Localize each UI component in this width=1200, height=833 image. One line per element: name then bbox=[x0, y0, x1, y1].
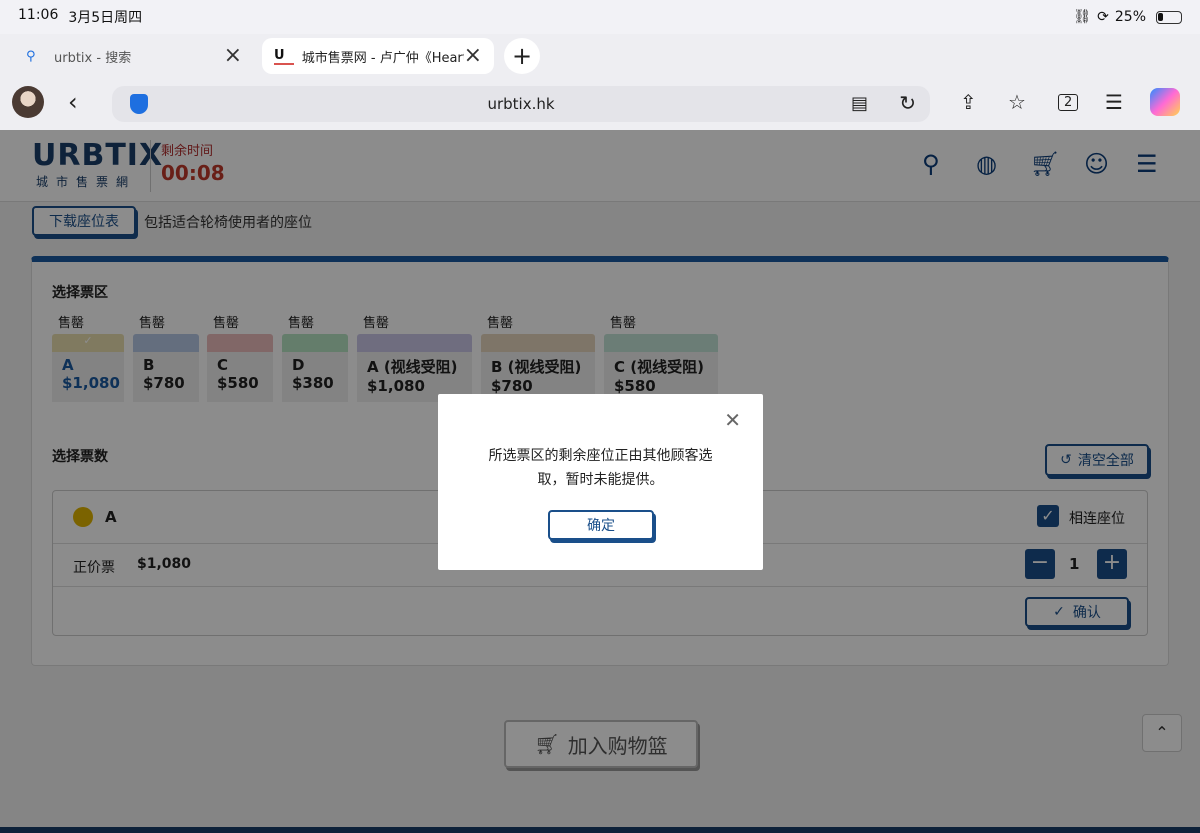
close-icon[interactable]: × bbox=[224, 45, 242, 67]
tab-title: urbtix - 搜索 bbox=[54, 50, 132, 66]
tab-urbtix[interactable]: U 城市售票网 - 卢广仲《Heart × bbox=[262, 38, 494, 74]
tab-bar: ⚲ urbtix - 搜索 × U 城市售票网 - 卢广仲《Heart × bbox=[0, 34, 1200, 78]
alert-message: 所选票区的剩余座位正由其他顾客选取，暂时未能提供。 bbox=[488, 448, 713, 488]
new-tab-button[interactable]: + bbox=[504, 38, 540, 74]
battery-percent: 25% bbox=[1114, 9, 1146, 25]
ok-button[interactable]: 确定 bbox=[548, 510, 654, 540]
rotation-lock-icon: ⟳ bbox=[1097, 9, 1109, 25]
status-time: 11:06 bbox=[18, 7, 59, 23]
back-icon[interactable]: ‹ bbox=[68, 88, 78, 116]
urbtix-favicon: U bbox=[274, 48, 294, 65]
status-bar: 11:06 3月5日周四 ⛓ ⟳ 25% bbox=[0, 0, 1200, 34]
menu-icon[interactable]: ☰ bbox=[1105, 90, 1123, 114]
link-icon: ⛓ bbox=[1073, 9, 1092, 25]
status-date: 3月5日周四 bbox=[68, 10, 143, 26]
alert-dialog: ✕ 所选票区的剩余座位正由其他顾客选取，暂时未能提供。 确定 bbox=[438, 394, 763, 570]
tab-search[interactable]: ⚲ urbtix - 搜索 × bbox=[14, 38, 254, 74]
close-icon[interactable]: ✕ bbox=[724, 408, 741, 432]
url-text: urbtix.hk bbox=[487, 95, 555, 113]
reload-icon[interactable]: ↻ bbox=[899, 91, 916, 115]
tab-title: 城市售票网 - 卢广仲《Heart bbox=[301, 50, 464, 66]
profile-avatar[interactable] bbox=[12, 86, 44, 118]
favorite-star-icon[interactable]: ☆ bbox=[1008, 90, 1026, 114]
browser-toolbar: ‹ urbtix.hk ▤ ↻ ⇪ ☆ 2 ☰ bbox=[0, 78, 1200, 130]
battery-icon bbox=[1156, 10, 1182, 24]
reader-view-icon[interactable]: ▤ bbox=[851, 93, 868, 114]
copilot-icon[interactable] bbox=[1150, 88, 1180, 116]
search-icon: ⚲ bbox=[26, 48, 36, 64]
address-bar[interactable]: urbtix.hk ▤ ↻ bbox=[112, 86, 930, 122]
tab-count-button[interactable]: 2 bbox=[1058, 94, 1079, 111]
share-icon[interactable]: ⇪ bbox=[960, 90, 977, 114]
close-icon[interactable]: × bbox=[464, 45, 482, 67]
